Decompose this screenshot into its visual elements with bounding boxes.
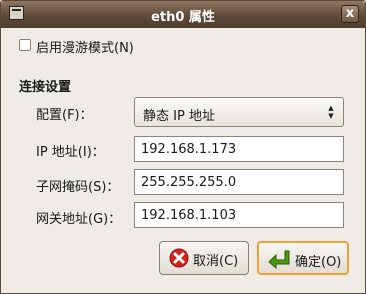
properties-dialog: eth0 属性 x 启用漫游模式(N) 连接设置 配置(F)： 静态 IP 地址… xyxy=(0,0,366,294)
ok-button[interactable]: 确定(O) xyxy=(257,241,349,275)
cancel-icon xyxy=(169,248,189,268)
gateway-label: 网关地址(G)： xyxy=(36,212,122,227)
mask-label: 子网掩码(S)： xyxy=(36,180,120,195)
mask-value: 255.255.255.0 xyxy=(141,175,237,190)
section-title: 连接设置 xyxy=(19,80,72,95)
enter-arrow-icon xyxy=(268,250,290,269)
roaming-label[interactable]: 启用漫游模式(N) xyxy=(36,37,134,56)
ip-label: IP 地址(I)： xyxy=(36,145,105,160)
window-title: eth0 属性 xyxy=(151,10,215,25)
updown-arrows-icon: ▲ ▼ xyxy=(328,104,334,120)
ip-field[interactable]: 192.168.1.173 xyxy=(134,136,344,162)
config-value: 静态 IP 地址 xyxy=(143,109,215,124)
gateway-value: 192.168.1.103 xyxy=(141,208,237,223)
config-label: 配置(F)： xyxy=(36,108,93,123)
gateway-field[interactable]: 192.168.1.103 xyxy=(134,202,344,228)
title-bar[interactable]: eth0 属性 x xyxy=(1,1,365,28)
ip-value: 192.168.1.173 xyxy=(141,142,237,157)
ok-label: 确定(O) xyxy=(295,255,342,270)
config-dropdown[interactable]: 静态 IP 地址 ▲ ▼ xyxy=(134,97,344,127)
cancel-label: 取消(C) xyxy=(193,254,239,269)
close-button[interactable]: x xyxy=(341,5,359,23)
mask-field[interactable]: 255.255.255.0 xyxy=(134,169,344,195)
roaming-checkbox[interactable] xyxy=(19,39,31,51)
cancel-button[interactable]: 取消(C) xyxy=(159,241,249,275)
